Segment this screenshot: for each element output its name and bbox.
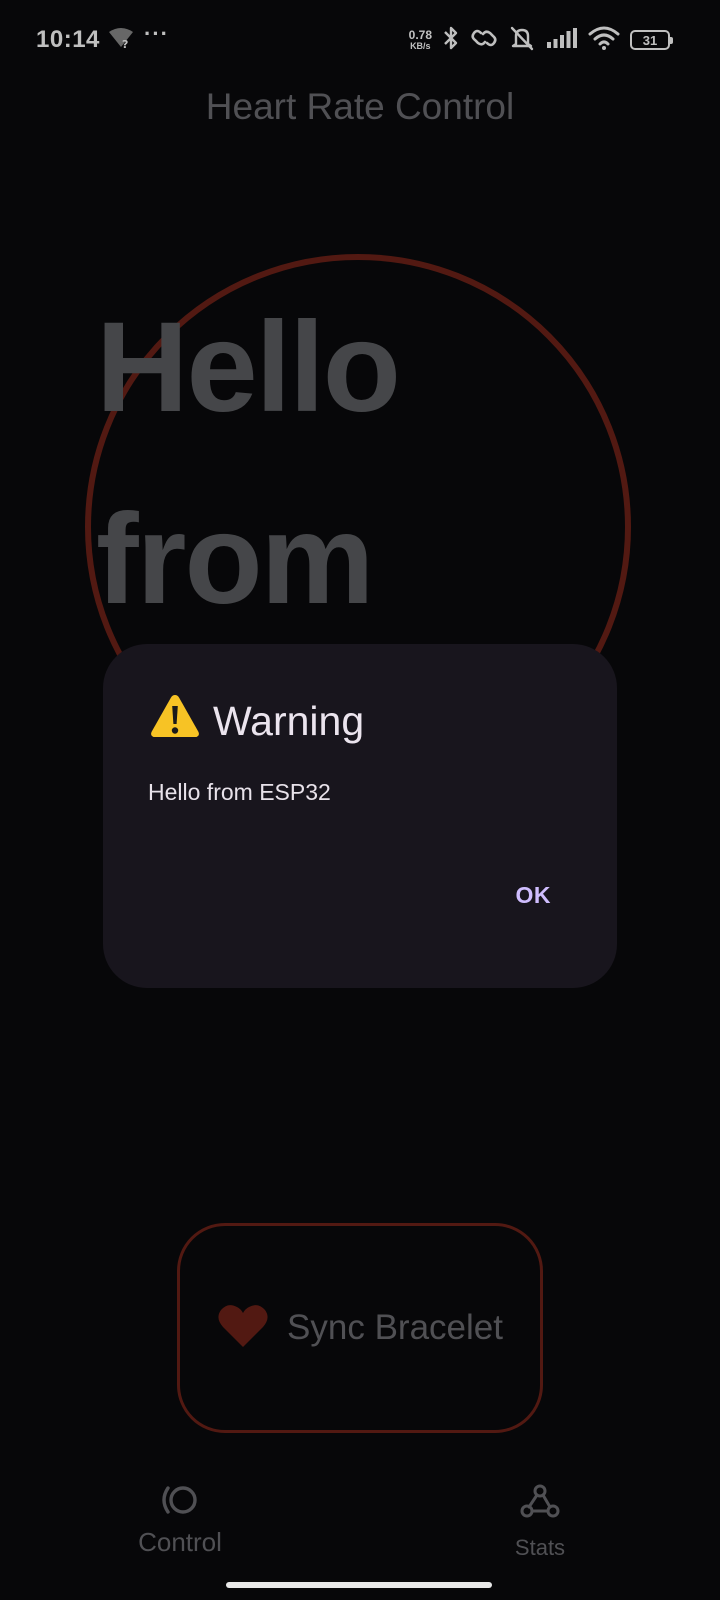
dialog-title: Warning	[213, 697, 365, 744]
home-indicator[interactable]	[226, 1582, 492, 1588]
dialog-title-row: Warning	[149, 692, 364, 750]
warning-dialog: Warning Hello from ESP32 OK	[103, 644, 617, 988]
ok-button[interactable]: OK	[516, 882, 552, 909]
warning-icon	[149, 692, 201, 750]
dialog-message: Hello from ESP32	[148, 779, 331, 805]
